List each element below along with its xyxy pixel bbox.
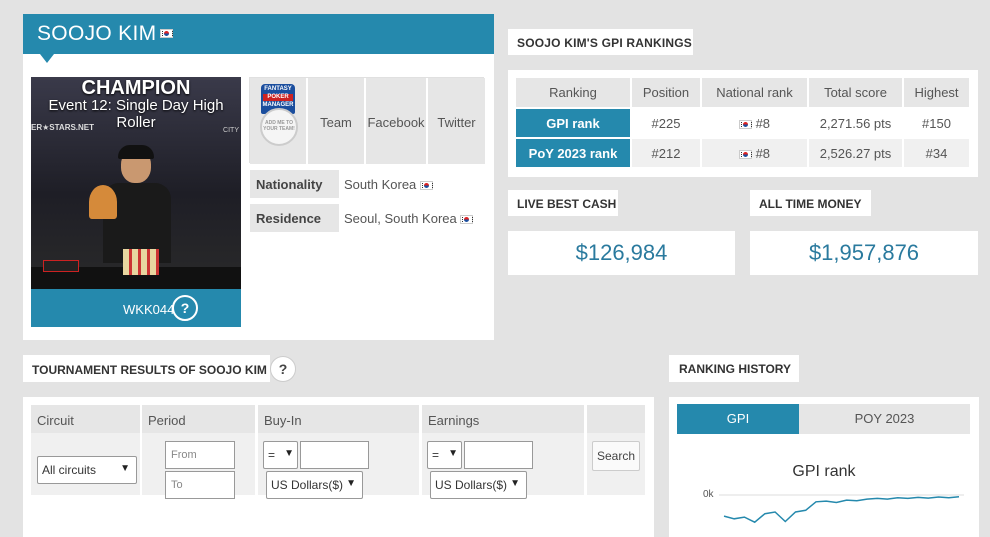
col-ranking: Ranking bbox=[516, 78, 632, 109]
earnings-currency-value: US Dollars($) bbox=[435, 478, 508, 492]
col-total-score: Total score bbox=[808, 78, 904, 109]
buyin-operator-select[interactable]: = ▼ bbox=[263, 441, 298, 469]
ranking-national: #8 bbox=[701, 108, 809, 139]
tournament-filter-card: Circuit Period Buy-In Earnings All circu… bbox=[23, 397, 654, 537]
search-header bbox=[587, 405, 645, 433]
circuit-select[interactable]: All circuits ▼ bbox=[37, 456, 137, 484]
table-row: GPI rank #225 #8 2,271.56 pts #150 bbox=[516, 108, 969, 139]
period-to-input[interactable]: To bbox=[165, 471, 235, 499]
ranking-score: 2,271.56 pts bbox=[808, 108, 904, 139]
player-header: SOOJO KIM bbox=[23, 14, 494, 54]
earnings-currency-select[interactable]: US Dollars($) ▼ bbox=[430, 471, 527, 499]
residence-row: Residence Seoul, South Korea bbox=[250, 204, 484, 232]
buyin-label: Buy-In bbox=[258, 405, 419, 433]
trophy-icon bbox=[89, 185, 117, 219]
live-best-cash-value: $126,984 bbox=[508, 231, 735, 275]
south-korea-flag-icon bbox=[419, 181, 433, 191]
player-code: WKK044 bbox=[123, 302, 175, 317]
chevron-down-icon: ▼ bbox=[510, 478, 520, 489]
tournament-results-title: TOURNAMENT RESULTS OF SOOJO KIM bbox=[23, 355, 270, 382]
ranking-highest: #34 bbox=[903, 138, 969, 169]
earnings-label: Earnings bbox=[422, 405, 584, 433]
twitter-link[interactable]: Twitter bbox=[428, 78, 485, 164]
ranking-history-chart bbox=[719, 494, 964, 524]
ranking-history-card: GPI POY 2023 GPI rank 0k bbox=[669, 397, 979, 537]
chevron-down-icon: ▼ bbox=[346, 478, 356, 489]
fpm-line2: POKER bbox=[263, 94, 293, 101]
player-photo: CHAMPION Event 12: Single Day High Rolle… bbox=[31, 77, 241, 289]
earnings-operator-value: = bbox=[432, 448, 440, 462]
residence-label: Residence bbox=[250, 204, 339, 232]
social-links: FANTASY POKER MANAGER ADD ME TO YOUR TEAM!… bbox=[249, 77, 485, 164]
ranking-name[interactable]: GPI rank bbox=[516, 108, 632, 139]
team-label: Team bbox=[320, 115, 352, 130]
photo-sponsor-logo: ER★STARS.NET bbox=[31, 123, 95, 132]
col-position: Position bbox=[631, 78, 702, 109]
all-time-money-label: ALL TIME MONEY bbox=[750, 190, 871, 216]
ranking-score: 2,526.27 pts bbox=[808, 138, 904, 169]
all-time-money-value: $1,957,876 bbox=[750, 231, 978, 275]
player-figure bbox=[103, 145, 171, 263]
help-icon[interactable]: ? bbox=[270, 356, 296, 382]
fantasy-poker-manager-button[interactable]: FANTASY POKER MANAGER ADD ME TO YOUR TEAM! bbox=[250, 78, 308, 164]
nationality-value: South Korea bbox=[344, 177, 417, 192]
chart-title: GPI rank bbox=[792, 463, 856, 480]
photo-sponsor-logo-right: CITY bbox=[223, 127, 239, 134]
chevron-down-icon: ▼ bbox=[120, 463, 130, 474]
player-code-bar: WKK044 ? bbox=[31, 289, 241, 327]
south-korea-flag-icon bbox=[460, 215, 474, 225]
player-name: SOOJO KIM bbox=[37, 22, 157, 45]
facebook-link[interactable]: Facebook bbox=[366, 78, 428, 164]
rankings-table: Ranking Position National rank Total sco… bbox=[516, 78, 969, 169]
circuit-label: Circuit bbox=[31, 405, 140, 433]
ranking-name[interactable]: PoY 2023 rank bbox=[516, 138, 632, 169]
ranking-position: #225 bbox=[631, 108, 702, 139]
ranking-position: #212 bbox=[631, 138, 702, 169]
rankings-card: Ranking Position National rank Total sco… bbox=[508, 70, 978, 177]
gpi-rank-series-line bbox=[723, 495, 960, 524]
nationality-label: Nationality bbox=[250, 170, 339, 198]
ranking-highest: #150 bbox=[903, 108, 969, 139]
ranking-history-title: RANKING HISTORY bbox=[669, 355, 799, 382]
circuit-select-value: All circuits bbox=[42, 463, 97, 477]
tab-gpi[interactable]: GPI bbox=[677, 404, 799, 434]
buyin-amount-input[interactable] bbox=[300, 441, 369, 469]
help-icon[interactable]: ? bbox=[172, 295, 198, 321]
live-best-cash-label: LIVE BEST CASH bbox=[508, 190, 618, 216]
col-highest: Highest bbox=[903, 78, 969, 109]
rankings-title: SOOJO KIM'S GPI RANKINGS bbox=[508, 29, 693, 55]
y-tick-label: 0k bbox=[703, 489, 714, 500]
chevron-down-icon: ▼ bbox=[448, 448, 458, 459]
ranking-national: #8 bbox=[701, 138, 809, 169]
buyin-operator-value: = bbox=[268, 448, 276, 462]
south-korea-flag-icon bbox=[738, 149, 752, 159]
search-button[interactable]: Search bbox=[592, 441, 640, 471]
buyin-currency-value: US Dollars($) bbox=[271, 478, 344, 492]
south-korea-flag-icon bbox=[738, 119, 752, 129]
tab-poy-2023[interactable]: POY 2023 bbox=[799, 404, 970, 434]
twitter-label: Twitter bbox=[437, 115, 476, 130]
fpm-line1: FANTASY bbox=[264, 86, 292, 92]
chevron-down-icon: ▼ bbox=[284, 448, 294, 459]
period-from-input[interactable]: From bbox=[165, 441, 235, 469]
header-pointer bbox=[40, 54, 54, 63]
earnings-operator-select[interactable]: = ▼ bbox=[427, 441, 462, 469]
nationality-row: Nationality South Korea bbox=[250, 170, 484, 198]
fpm-line3: MANAGER bbox=[262, 102, 294, 108]
col-national-rank: National rank bbox=[701, 78, 809, 109]
chips-icon bbox=[123, 249, 159, 275]
buyin-currency-select[interactable]: US Dollars($) ▼ bbox=[266, 471, 363, 499]
team-link[interactable]: Team bbox=[308, 78, 366, 164]
earnings-amount-input[interactable] bbox=[464, 441, 533, 469]
facebook-label: Facebook bbox=[367, 115, 425, 130]
period-label: Period bbox=[142, 405, 255, 433]
fpm-cta: ADD ME TO YOUR TEAM! bbox=[260, 108, 298, 146]
table-row: PoY 2023 rank #212 #8 2,526.27 pts #34 bbox=[516, 138, 969, 169]
residence-value: Seoul, South Korea bbox=[344, 211, 457, 226]
south-korea-flag-icon bbox=[160, 29, 173, 38]
